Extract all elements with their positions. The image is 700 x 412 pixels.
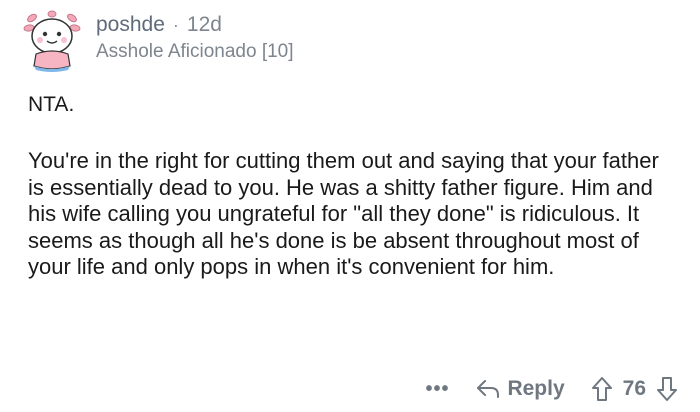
comment-meta: poshde · 12d Asshole Aficionado [10]	[96, 12, 294, 64]
reply-label: Reply	[507, 377, 565, 400]
avatar[interactable]	[20, 8, 84, 72]
vote-controls: 76	[591, 376, 678, 402]
comment-header: poshde · 12d Asshole Aficionado [10]	[20, 8, 294, 72]
vote-score: 76	[622, 377, 646, 400]
reply-arrow-icon	[477, 380, 500, 398]
comment-body: You're in the right for cutting them out…	[28, 148, 659, 279]
meta-separator: ·	[172, 15, 179, 35]
more-options-button[interactable]: •••	[425, 378, 449, 401]
user-flair: Asshole Aficionado [10]	[96, 41, 294, 62]
meta-top-line: poshde · 12d	[96, 12, 294, 38]
downvote-arrow-icon	[657, 377, 677, 401]
comment-actions: ••• Reply 76	[425, 372, 678, 406]
comment-verdict: NTA.	[28, 93, 75, 116]
downvote-button[interactable]	[656, 376, 678, 402]
reply-button[interactable]: Reply	[475, 377, 565, 401]
upvote-button[interactable]	[591, 376, 613, 402]
upvote-arrow-icon	[591, 377, 612, 401]
comment-age: 12d	[186, 13, 222, 36]
author-username[interactable]: poshde	[96, 12, 165, 38]
